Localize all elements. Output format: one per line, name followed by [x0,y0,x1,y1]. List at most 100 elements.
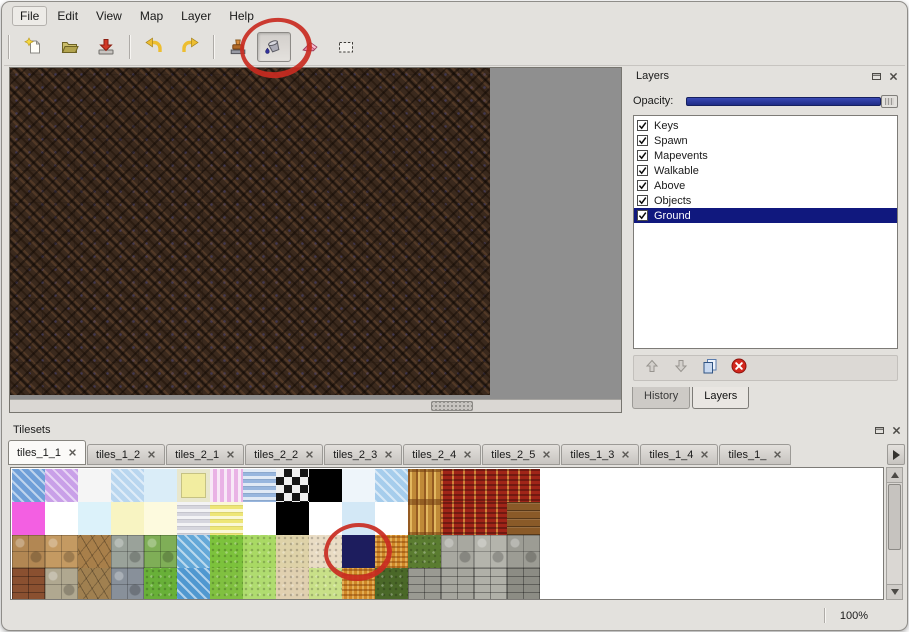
tile-r4-c8[interactable] [243,568,276,600]
tile-r1-c16[interactable] [507,469,540,502]
fill-button[interactable] [257,32,291,62]
tab-close-icon[interactable] [772,450,782,460]
tileset-tab-tiles_1_2[interactable]: tiles_1_2 [87,444,165,465]
opacity-slider[interactable] [686,95,898,108]
tile-r2-c9[interactable] [276,502,309,535]
tile-r3-c8[interactable] [243,535,276,568]
close-icon[interactable] [886,70,900,83]
tile-r3-c13[interactable] [408,535,441,568]
tile-r2-c11[interactable] [342,502,375,535]
layer-row-mapevents[interactable]: Mapevents [634,148,897,163]
vertical-scrollbar-thumb[interactable] [888,484,901,550]
horizontal-scrollbar-thumb[interactable] [431,401,473,411]
delete-layer-button[interactable] [730,359,748,377]
tile-r4-c5[interactable] [144,568,177,600]
layer-row-objects[interactable]: Objects [634,193,897,208]
tile-r1-c12[interactable] [375,469,408,502]
layer-row-above[interactable]: Above [634,178,897,193]
layer-row-walkable[interactable]: Walkable [634,163,897,178]
menu-edit[interactable]: Edit [49,6,86,26]
tab-close-icon[interactable] [699,450,709,460]
tile-r2-c15[interactable] [474,502,507,535]
layer-visibility-checkbox[interactable] [637,165,648,176]
lower-layer-button[interactable] [672,359,690,377]
tile-r4-c3[interactable] [78,568,111,600]
tile-r4-c11[interactable] [342,568,375,600]
opacity-slider-handle[interactable] [881,95,898,108]
tile-r1-c13[interactable] [408,469,441,502]
tile-r4-c9[interactable] [276,568,309,600]
scroll-down-button[interactable] [887,584,902,599]
tile-r1-c15[interactable] [474,469,507,502]
layer-row-keys[interactable]: Keys [634,118,897,133]
tileset-tab-tiles_1_3[interactable]: tiles_1_3 [561,444,639,465]
float-icon[interactable] [869,70,883,83]
layer-visibility-checkbox[interactable] [637,150,648,161]
menu-layer[interactable]: Layer [173,6,219,26]
tab-close-icon[interactable] [383,450,393,460]
tile-r4-c10[interactable] [309,568,342,600]
select-button[interactable] [329,32,363,62]
tileset-tab-tiles_2_5[interactable]: tiles_2_5 [482,444,560,465]
tab-close-icon[interactable] [146,450,156,460]
tile-r1-c4[interactable] [111,469,144,502]
tile-r1-c2[interactable] [45,469,78,502]
tileset-tab-tiles_2_1[interactable]: tiles_2_1 [166,444,244,465]
tile-r2-c12[interactable] [375,502,408,535]
tile-r3-c9[interactable] [276,535,309,568]
tile-r3-c6[interactable] [177,535,210,568]
tile-r1-c6[interactable] [177,469,210,502]
tileset-tab-tiles_1_[interactable]: tiles_1_ [719,444,791,465]
menu-file[interactable]: File [12,6,47,26]
tile-r3-c7[interactable] [210,535,243,568]
close-icon[interactable] [889,424,903,437]
stamp-button[interactable] [221,32,255,62]
tile-r4-c12[interactable] [375,568,408,600]
tile-r1-c11[interactable] [342,469,375,502]
tile-r1-c3[interactable] [78,469,111,502]
map-horizontal-scrollbar[interactable] [10,399,621,412]
scroll-up-button[interactable] [887,468,902,483]
tile-r3-c12[interactable] [375,535,408,568]
tab-close-icon[interactable] [304,450,314,460]
tab-close-icon[interactable] [462,450,472,460]
tile-r3-c3[interactable] [78,535,111,568]
tileset-tab-tiles_2_2[interactable]: tiles_2_2 [245,444,323,465]
tileset-tab-tiles_2_3[interactable]: tiles_2_3 [324,444,402,465]
toolbar-drag-handle[interactable] [8,35,12,59]
layer-visibility-checkbox[interactable] [637,135,648,146]
tab-layers[interactable]: Layers [692,387,749,409]
tab-close-icon[interactable] [225,450,235,460]
tile-r4-c16[interactable] [507,568,540,600]
layer-visibility-checkbox[interactable] [637,210,648,221]
menu-map[interactable]: Map [132,6,171,26]
tile-r3-c15[interactable] [474,535,507,568]
tile-r1-c9[interactable] [276,469,309,502]
tile-r4-c13[interactable] [408,568,441,600]
float-icon[interactable] [872,424,886,437]
tile-r3-c4[interactable] [111,535,144,568]
tile-r2-c7[interactable] [210,502,243,535]
tile-r1-c7[interactable] [210,469,243,502]
tileset-tab-tiles_2_4[interactable]: tiles_2_4 [403,444,481,465]
tile-r2-c3[interactable] [78,502,111,535]
tile-r3-c10[interactable] [309,535,342,568]
tile-r2-c16[interactable] [507,502,540,535]
tile-r2-c14[interactable] [441,502,474,535]
layer-row-spawn[interactable]: Spawn [634,133,897,148]
layer-row-ground[interactable]: Ground [634,208,897,223]
tile-r4-c7[interactable] [210,568,243,600]
tile-r1-c1[interactable] [12,469,45,502]
eraser-button[interactable] [293,32,327,62]
tile-r2-c13[interactable] [408,502,441,535]
tile-r2-c4[interactable] [111,502,144,535]
tile-r3-c14[interactable] [441,535,474,568]
tab-scroll-right-button[interactable] [887,444,905,465]
undo-button[interactable] [137,32,171,62]
layer-visibility-checkbox[interactable] [637,180,648,191]
tile-r4-c15[interactable] [474,568,507,600]
tile-r2-c8[interactable] [243,502,276,535]
tileset-vertical-scrollbar[interactable] [886,467,903,600]
map-canvas[interactable] [10,68,490,395]
tile-r1-c10[interactable] [309,469,342,502]
